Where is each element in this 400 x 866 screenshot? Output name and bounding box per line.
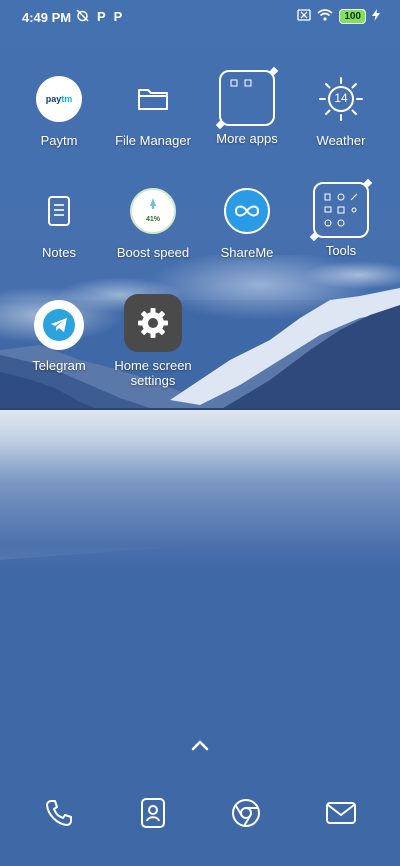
- notes-icon: [36, 188, 82, 234]
- folder-tools[interactable]: Tools: [295, 178, 387, 258]
- paytm-p-icon: P: [113, 9, 123, 24]
- app-label: ShareMe: [220, 245, 274, 260]
- charging-icon: [372, 9, 380, 24]
- no-alarm-icon: [76, 9, 89, 25]
- folder-more-apps[interactable]: More apps: [201, 66, 293, 146]
- wifi-icon: [317, 9, 333, 24]
- phone-icon[interactable]: [36, 790, 82, 836]
- weather-sun-icon: 14: [318, 76, 364, 122]
- app-label: Telegram: [32, 358, 86, 373]
- paytm-logo-text: pay: [45, 94, 62, 104]
- browser-icon[interactable]: [223, 790, 269, 836]
- app-file-manager[interactable]: File Manager: [107, 76, 199, 148]
- telegram-icon: [34, 300, 84, 350]
- weather-temp: 14: [334, 91, 348, 105]
- boost-percent: 41%: [145, 216, 160, 223]
- sim-off-icon: [297, 9, 311, 24]
- messaging-icon[interactable]: [318, 790, 364, 836]
- status-bar: 4:49 PM P P 100: [0, 0, 400, 36]
- chevron-up-icon[interactable]: [189, 737, 211, 753]
- app-label: Home screen settings: [114, 358, 192, 388]
- app-paytm[interactable]: paytm Paytm: [13, 76, 105, 148]
- dock: [0, 790, 400, 840]
- app-home-screen-settings[interactable]: Home screen settings: [107, 294, 199, 388]
- app-telegram[interactable]: Telegram: [13, 300, 105, 373]
- notification-icons: P P: [76, 9, 122, 25]
- app-notes[interactable]: Notes: [13, 188, 105, 260]
- paytm-icon: paytm: [36, 76, 82, 122]
- tools-folder-icon: [309, 178, 373, 242]
- app-label: Notes: [42, 245, 76, 260]
- app-label: More apps: [216, 131, 278, 146]
- app-label: Tools: [325, 243, 357, 258]
- app-weather[interactable]: 14 Weather: [295, 76, 387, 148]
- paytm-p-icon: P: [97, 9, 106, 24]
- app-label: File Manager: [115, 133, 191, 148]
- app-shareme[interactable]: ShareMe: [201, 188, 293, 260]
- boost-icon: 41%: [130, 188, 176, 234]
- app-label: Weather: [316, 133, 366, 148]
- app-boost-speed[interactable]: 41% Boost speed: [107, 188, 199, 260]
- contacts-icon[interactable]: [130, 790, 176, 836]
- status-time: 4:49 PM: [22, 10, 72, 25]
- app-label: Boost speed: [116, 245, 190, 260]
- shareme-infinity-icon: [224, 188, 270, 234]
- paytm-logo-accent: tm: [61, 94, 73, 104]
- status-right: 100: [297, 9, 380, 24]
- app-label: Paytm: [40, 133, 78, 148]
- folder-icon: [130, 76, 176, 122]
- settings-gear-icon: [124, 294, 182, 352]
- folder-frame-icon: [215, 66, 279, 130]
- wallpaper-lake: [0, 410, 400, 570]
- battery-icon: 100: [339, 9, 366, 24]
